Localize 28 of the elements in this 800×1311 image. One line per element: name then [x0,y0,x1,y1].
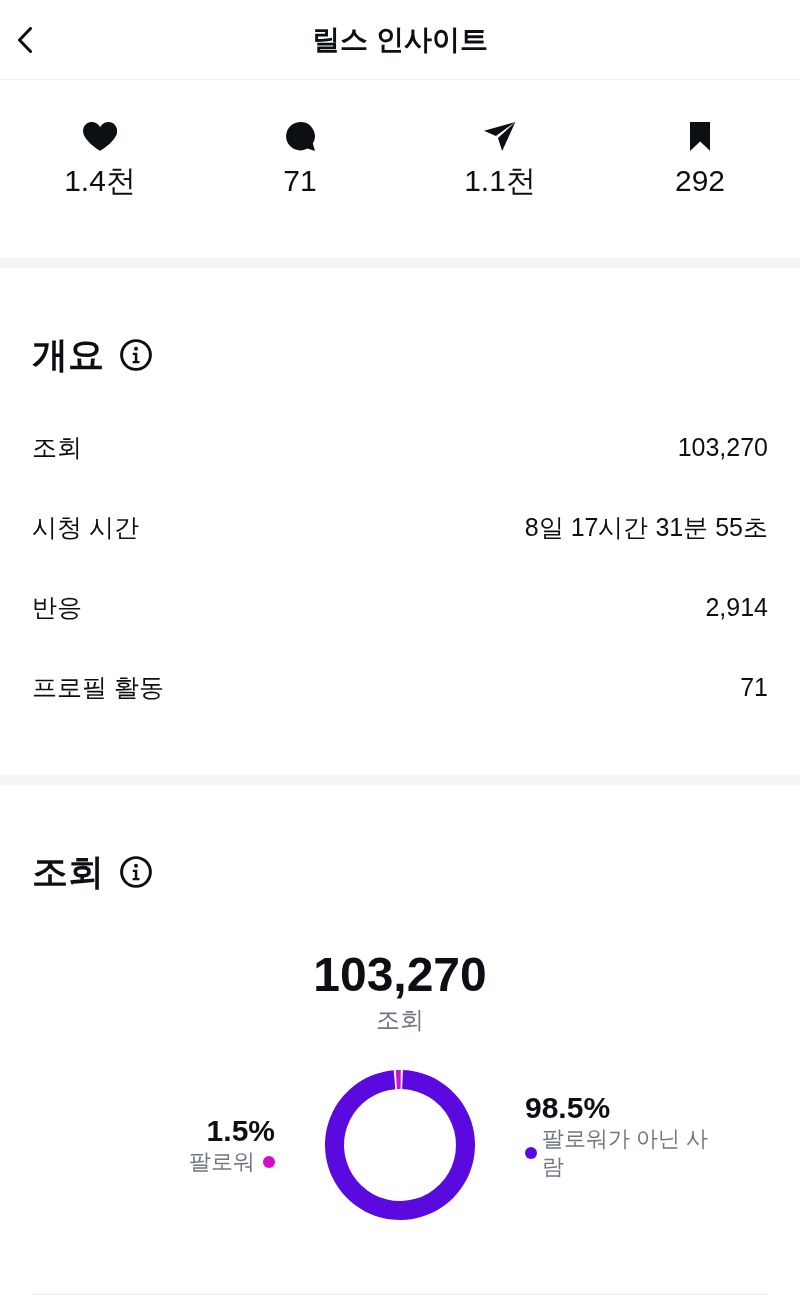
metric-label: 시청 시간 [32,512,139,542]
views-caption: 조회 [376,1005,424,1035]
metric-label: 조회 [32,432,82,462]
section-title: 조회 [32,852,104,892]
metric-value: 8일 17시간 31분 55초 [524,512,768,542]
page-title: 릴스 인사이트 [311,22,489,57]
metric-label: 프로필 활동 [32,672,164,702]
speech-bubble-icon [285,122,315,151]
percent-value: 1.5% [206,1114,275,1148]
paper-plane-icon [484,122,516,151]
section-title: 개요 [32,335,104,375]
back-icon[interactable] [18,26,32,53]
info-icon[interactable] [120,339,152,371]
legend-label: 팔로워가 아닌 사람 [542,1125,710,1181]
stat-count: 1.1천 [464,163,536,199]
heart-icon [82,122,118,151]
metric-value: 103,270 [677,432,768,462]
views-total: 103,270 [313,949,487,1001]
percent-value: 98.5% [525,1091,611,1125]
legend-label: 팔로워 [189,1148,255,1176]
stat-count: 1.4천 [64,163,136,199]
info-icon[interactable] [120,856,152,888]
stat-count: 71 [283,163,317,199]
stat-count: 292 [674,163,726,199]
metric-value: 2,914 [705,592,768,622]
metric-label: 반응 [32,592,82,622]
bookmark-icon [689,122,711,151]
metric-value: 71 [740,672,768,702]
